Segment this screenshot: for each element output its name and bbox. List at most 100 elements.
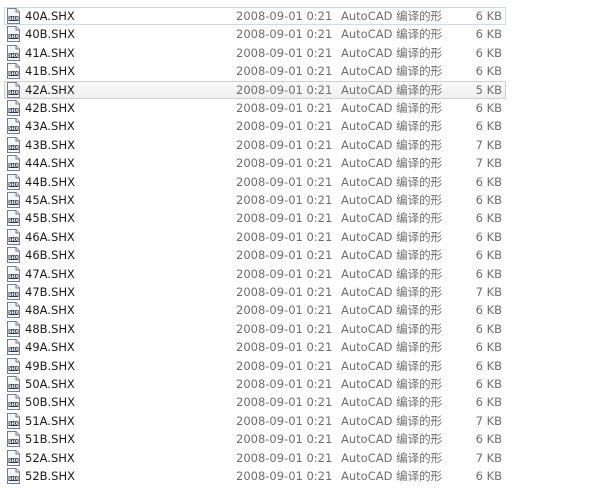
shx-file-icon: SHX (7, 265, 20, 282)
file-name: 41A.SHX (25, 45, 75, 60)
file-row[interactable]: SHX 48A.SHX 2008-09-01 0:21 AutoCAD 编译的形 6 K… (4, 301, 506, 319)
file-row[interactable]: SHX 51A.SHX 2008-09-01 0:21 AutoCAD 编译的形 7 K… (4, 412, 506, 430)
file-name: 40B.SHX (25, 27, 76, 42)
file-row[interactable]: SHX 52B.SHX 2008-09-01 0:21 AutoCAD 编译的形 6 K… (4, 467, 506, 485)
file-type: AutoCAD 编译的形 (341, 156, 443, 171)
file-row[interactable]: SHX 49B.SHX 2008-09-01 0:21 AutoCAD 编译的形 6 K… (4, 357, 506, 375)
file-row[interactable]: SHX 45A.SHX 2008-09-01 0:21 AutoCAD 编译的形 6 K… (4, 191, 506, 209)
shx-file-icon: SHX (7, 136, 20, 153)
file-size: 6 KB (475, 119, 502, 134)
file-size: 6 KB (475, 358, 502, 373)
file-size: 6 KB (475, 432, 502, 447)
svg-text:SHX: SHX (9, 182, 20, 187)
shx-file-icon: SHX (7, 192, 20, 208)
file-type: AutoCAD 编译的形 (341, 303, 443, 318)
file-type: AutoCAD 编译的形 (341, 358, 443, 373)
file-modified-date: 2008-09-01 0:21 (236, 340, 333, 355)
file-size: 6 KB (475, 248, 502, 263)
file-row[interactable]: SHX 40A.SHX 2008-09-01 0:21 AutoCAD 编译的形 6 K… (4, 7, 506, 25)
file-row[interactable]: SHX 43A.SHX 2008-09-01 0:21 AutoCAD 编译的形 6 K… (4, 117, 506, 135)
file-size: 6 KB (475, 321, 502, 336)
file-row[interactable]: SHX 48B.SHX 2008-09-01 0:21 AutoCAD 编译的形 6 K… (4, 320, 506, 338)
file-size: 6 KB (475, 101, 502, 115)
svg-text:SHX: SHX (9, 71, 20, 76)
svg-text:SHX: SHX (9, 53, 20, 58)
file-type: AutoCAD 编译的形 (341, 211, 443, 226)
svg-text:SHX: SHX (9, 35, 20, 40)
svg-text:SHX: SHX (9, 127, 20, 132)
file-name: 42A.SHX (25, 82, 75, 97)
file-type: AutoCAD 编译的形 (341, 469, 443, 483)
file-modified-date: 2008-09-01 0:21 (236, 137, 333, 152)
file-modified-date: 2008-09-01 0:21 (236, 432, 333, 447)
file-type: AutoCAD 编译的形 (341, 450, 443, 465)
file-row[interactable]: SHX 40B.SHX 2008-09-01 0:21 AutoCAD 编译的形 6 K… (4, 25, 506, 43)
file-size: 6 KB (475, 377, 502, 391)
file-name: 46A.SHX (25, 229, 75, 244)
svg-text:SHX: SHX (9, 311, 20, 316)
file-type: AutoCAD 编译的形 (341, 9, 443, 23)
file-modified-date: 2008-09-01 0:21 (236, 469, 333, 483)
file-row[interactable]: SHX 52A.SHX 2008-09-01 0:21 AutoCAD 编译的形 7 K… (4, 449, 506, 467)
file-type: AutoCAD 编译的形 (341, 413, 443, 428)
file-row[interactable]: SHX 47A.SHX 2008-09-01 0:21 AutoCAD 编译的形 6 K… (4, 265, 506, 283)
file-size: 6 KB (475, 9, 502, 23)
file-type: AutoCAD 编译的形 (341, 45, 443, 60)
file-row[interactable]: SHX 41B.SHX 2008-09-01 0:21 AutoCAD 编译的形 6 K… (4, 62, 506, 80)
file-modified-date: 2008-09-01 0:21 (236, 82, 333, 97)
svg-text:SHX: SHX (9, 403, 20, 408)
file-size: 6 KB (475, 303, 502, 318)
file-row[interactable]: SHX 46B.SHX 2008-09-01 0:21 AutoCAD 编译的形 6 K… (4, 246, 506, 264)
file-row[interactable]: SHX 42B.SHX 2008-09-01 0:21 AutoCAD 编译的形 6 K… (4, 99, 506, 117)
svg-text:SHX: SHX (9, 292, 20, 297)
shx-file-icon: SHX (7, 302, 20, 319)
file-row[interactable]: SHX 46A.SHX 2008-09-01 0:21 AutoCAD 编译的形 6 K… (4, 228, 506, 246)
file-row[interactable]: SHX 44B.SHX 2008-09-01 0:21 AutoCAD 编译的形 6 K… (4, 173, 506, 191)
file-type: AutoCAD 编译的形 (341, 229, 443, 244)
file-modified-date: 2008-09-01 0:21 (236, 27, 333, 42)
file-size: 6 KB (475, 211, 502, 226)
file-row[interactable]: SHX 43B.SHX 2008-09-01 0:21 AutoCAD 编译的形 7 K… (4, 136, 506, 154)
shx-file-icon: SHX (7, 228, 20, 245)
shx-file-icon: SHX (7, 247, 20, 264)
file-name: 44A.SHX (25, 156, 75, 171)
shx-file-icon: SHX (7, 155, 20, 172)
file-modified-date: 2008-09-01 0:21 (236, 9, 333, 23)
shx-file-icon: SHX (7, 468, 20, 484)
file-name: 40A.SHX (25, 9, 75, 23)
file-row[interactable]: SHX 51B.SHX 2008-09-01 0:21 AutoCAD 编译的形 6 K… (4, 430, 506, 448)
svg-text:SHX: SHX (9, 200, 20, 205)
file-name: 47A.SHX (25, 266, 75, 281)
file-list[interactable]: SHX 40A.SHX 2008-09-01 0:21 AutoCAD 编译的形 6 K… (0, 0, 600, 493)
svg-text:SHX: SHX (9, 237, 20, 242)
file-size: 5 KB (475, 82, 502, 97)
file-size: 6 KB (475, 340, 502, 355)
file-row[interactable]: SHX 45B.SHX 2008-09-01 0:21 AutoCAD 编译的形 6 K… (4, 209, 506, 227)
file-row[interactable]: SHX 41A.SHX 2008-09-01 0:21 AutoCAD 编译的形 6 K… (4, 44, 506, 62)
file-name: 44B.SHX (25, 174, 76, 189)
shx-file-icon: SHX (7, 449, 20, 466)
file-modified-date: 2008-09-01 0:21 (236, 450, 333, 465)
svg-text:SHX: SHX (9, 219, 20, 224)
file-name: 50A.SHX (25, 377, 75, 391)
file-size: 6 KB (475, 469, 502, 483)
svg-text:SHX: SHX (9, 274, 20, 279)
file-type: AutoCAD 编译的形 (341, 285, 443, 299)
file-row[interactable]: SHX 50B.SHX 2008-09-01 0:21 AutoCAD 编译的形 6 K… (4, 393, 506, 411)
file-type: AutoCAD 编译的形 (341, 101, 443, 115)
shx-file-icon: SHX (7, 320, 20, 337)
file-row[interactable]: SHX 42A.SHX 2008-09-01 0:21 AutoCAD 编译的形 5 K… (4, 80, 506, 99)
file-row[interactable]: SHX 50A.SHX 2008-09-01 0:21 AutoCAD 编译的形 6 K… (4, 375, 506, 393)
file-size: 6 KB (475, 266, 502, 281)
file-row[interactable]: SHX 49A.SHX 2008-09-01 0:21 AutoCAD 编译的形 6 K… (4, 338, 506, 356)
file-modified-date: 2008-09-01 0:21 (236, 45, 333, 60)
file-type: AutoCAD 编译的形 (341, 64, 443, 79)
file-type: AutoCAD 编译的形 (341, 137, 443, 152)
file-modified-date: 2008-09-01 0:21 (236, 211, 333, 226)
file-type: AutoCAD 编译的形 (341, 248, 443, 263)
svg-text:SHX: SHX (9, 421, 20, 426)
file-row[interactable]: SHX 44A.SHX 2008-09-01 0:21 AutoCAD 编译的形 7 K… (4, 154, 506, 172)
file-modified-date: 2008-09-01 0:21 (236, 358, 333, 373)
shx-file-icon: SHX (7, 8, 20, 24)
file-row[interactable]: SHX 47B.SHX 2008-09-01 0:21 AutoCAD 编译的形 7 K… (4, 283, 506, 301)
